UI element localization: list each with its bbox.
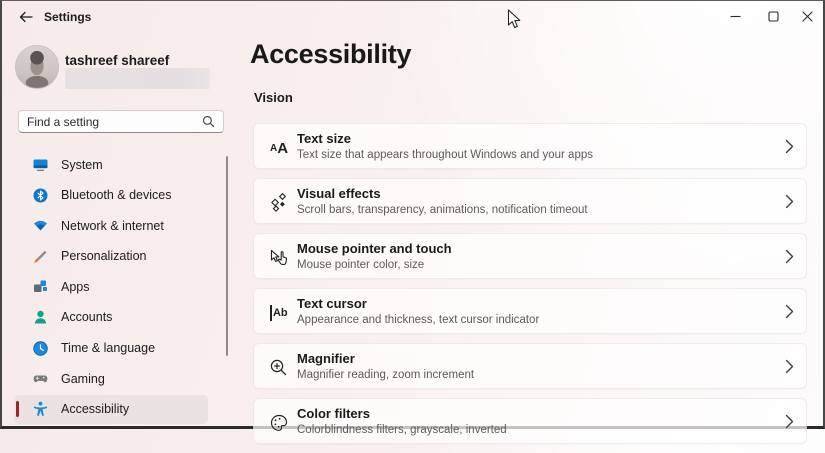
window-title: Settings bbox=[44, 10, 92, 24]
search-input[interactable] bbox=[27, 114, 202, 129]
back-arrow-icon bbox=[19, 11, 33, 23]
sidebar-item-personalization[interactable]: Personalization bbox=[14, 242, 208, 271]
sidebar-item-accounts[interactable]: Accounts bbox=[14, 303, 208, 332]
bluetooth-icon bbox=[32, 187, 49, 204]
search-icon bbox=[202, 115, 215, 128]
sidebar-item-label: Apps bbox=[61, 279, 90, 294]
chevron-right-icon bbox=[785, 139, 794, 154]
sidebar-item-apps[interactable]: Apps bbox=[14, 272, 208, 301]
card-title: Color filters bbox=[297, 406, 370, 421]
card-mouse-pointer-touch[interactable]: Mouse pointer and touch Mouse pointer co… bbox=[253, 233, 807, 279]
sidebar-item-label: Personalization bbox=[61, 249, 147, 264]
system-icon bbox=[32, 156, 49, 173]
card-subtitle: Text size that appears throughout Window… bbox=[297, 148, 593, 161]
user-email-redacted bbox=[65, 68, 210, 89]
sidebar: tashreef shareef System bbox=[2, 31, 234, 426]
accounts-icon bbox=[32, 309, 49, 326]
card-color-filters[interactable]: Color filters Colorblindness filters, gr… bbox=[253, 398, 807, 444]
apps-icon bbox=[32, 278, 49, 295]
section-label-vision: Vision bbox=[254, 90, 293, 105]
titlebar: Settings bbox=[2, 1, 823, 31]
sidebar-item-accessibility[interactable]: Accessibility bbox=[14, 394, 208, 424]
text-cursor-icon: Ab bbox=[267, 301, 291, 325]
user-avatar[interactable] bbox=[15, 45, 59, 89]
page-title: Accessibility bbox=[250, 39, 412, 69]
card-title: Mouse pointer and touch bbox=[297, 241, 452, 256]
card-title: Text size bbox=[297, 131, 351, 146]
sidebar-item-bluetooth[interactable]: Bluetooth & devices bbox=[14, 181, 208, 210]
visual-effects-icon bbox=[267, 191, 291, 215]
card-text-cursor[interactable]: Ab Text cursor Appearance and thickness,… bbox=[253, 288, 807, 334]
back-button[interactable] bbox=[16, 8, 36, 26]
chevron-right-icon bbox=[785, 249, 794, 264]
close-icon bbox=[801, 10, 813, 22]
mouse-cursor bbox=[507, 9, 521, 29]
card-subtitle: Mouse pointer color, size bbox=[297, 258, 425, 271]
sidebar-item-label: Bluetooth & devices bbox=[61, 188, 172, 203]
card-subtitle: Magnifier reading, zoom increment bbox=[297, 368, 475, 381]
magnifier-icon bbox=[267, 356, 291, 380]
sidebar-item-system[interactable]: System bbox=[14, 150, 208, 179]
minimize-icon bbox=[730, 15, 740, 17]
chevron-right-icon bbox=[785, 304, 794, 319]
maximize-icon bbox=[767, 10, 779, 22]
user-name: tashreef shareef bbox=[65, 53, 170, 68]
network-icon bbox=[32, 217, 49, 234]
card-title: Text cursor bbox=[297, 296, 367, 311]
settings-card-list: AA Text size Text size that appears thro… bbox=[253, 123, 807, 453]
chevron-right-icon bbox=[785, 359, 794, 374]
card-subtitle: Appearance and thickness, text cursor in… bbox=[297, 313, 540, 326]
card-title: Magnifier bbox=[297, 351, 355, 366]
sidebar-item-gaming[interactable]: Gaming bbox=[14, 364, 208, 393]
sidebar-item-label: Accessibility bbox=[61, 402, 130, 417]
sidebar-item-label: System bbox=[61, 157, 103, 172]
sidebar-item-label: Accounts bbox=[61, 310, 113, 325]
main-content: Accessibility Vision AA Text size Text s… bbox=[234, 31, 823, 444]
settings-window: { "titlebar": { "title": "Settings" }, "… bbox=[0, 0, 825, 444]
sidebar-item-network[interactable]: Network & internet bbox=[14, 211, 208, 240]
minimize-button[interactable] bbox=[721, 5, 749, 27]
personalization-icon bbox=[32, 248, 49, 265]
sidebar-scrollbar[interactable] bbox=[226, 156, 228, 356]
sidebar-item-label: Network & internet bbox=[61, 218, 164, 233]
card-subtitle: Colorblindness filters, grayscale, inver… bbox=[297, 423, 507, 436]
color-filters-icon bbox=[267, 411, 291, 435]
sidebar-item-time-language[interactable]: Time & language bbox=[14, 334, 208, 363]
card-title: Visual effects bbox=[297, 186, 381, 201]
time-language-icon bbox=[32, 340, 49, 357]
accessibility-icon bbox=[32, 401, 49, 418]
sidebar-item-label: Time & language bbox=[61, 341, 156, 356]
card-visual-effects[interactable]: Visual effects Scroll bars, transparency… bbox=[253, 178, 807, 224]
chevron-right-icon bbox=[785, 414, 794, 429]
card-magnifier[interactable]: Magnifier Magnifier reading, zoom increm… bbox=[253, 343, 807, 389]
maximize-button[interactable] bbox=[759, 5, 787, 27]
chevron-right-icon bbox=[785, 194, 794, 209]
mouse-pointer-touch-icon bbox=[267, 246, 291, 270]
text-size-icon: AA bbox=[269, 139, 289, 157]
sidebar-nav: System Bluetooth & devices Network & int… bbox=[14, 150, 208, 425]
card-subtitle: Scroll bars, transparency, animations, n… bbox=[297, 203, 588, 216]
close-button[interactable] bbox=[793, 5, 821, 27]
sidebar-item-label: Gaming bbox=[61, 371, 105, 386]
search-box[interactable] bbox=[18, 110, 224, 133]
gaming-icon bbox=[32, 370, 49, 387]
card-text-size[interactable]: AA Text size Text size that appears thro… bbox=[253, 123, 807, 169]
